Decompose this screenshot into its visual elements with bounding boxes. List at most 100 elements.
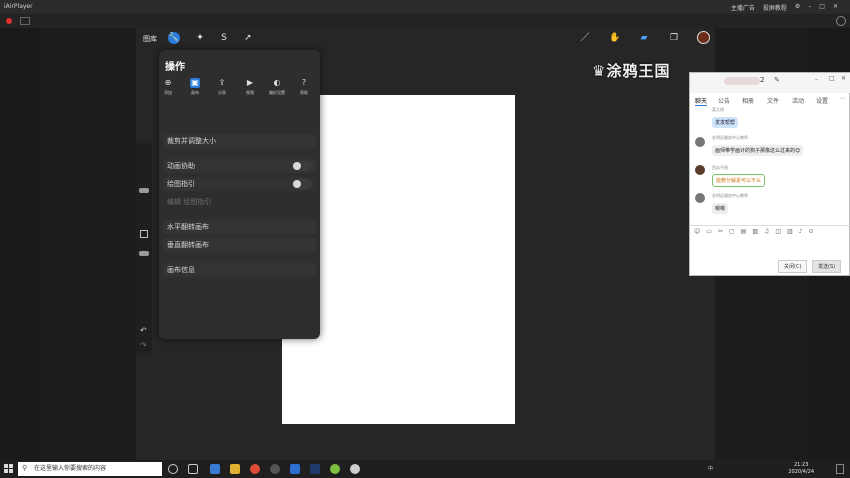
tab-canvas[interactable]: ▣ 画布 [184,78,206,96]
chat-tab-chat[interactable]: 聊天 [695,96,708,106]
download-icon[interactable] [836,16,846,26]
close-icon[interactable]: ✕ [841,75,846,82]
mic-icon[interactable]: ♫ [764,226,769,237]
app-icon[interactable] [270,464,280,474]
sender-name: 菜大佬 [712,107,724,112]
tab-share[interactable]: ⇪ 分享 [211,78,233,96]
taskbar-clock[interactable]: 21:23 2020/4/24 [788,462,814,476]
eraser-icon[interactable]: ▰ [638,32,650,44]
gallery-button[interactable]: 图库 [143,34,157,44]
send-button[interactable]: 发送(S) [812,260,842,273]
brush-icon[interactable]: ／ [579,32,591,44]
brush-size-slider[interactable] [139,188,149,193]
flip-horizontal-item[interactable]: 水平翻转画布 [163,220,316,234]
modify-button[interactable] [140,230,148,238]
close-chat-button[interactable]: 关闭(C) [778,260,808,273]
ad-link[interactable]: 主播广告 [731,3,755,12]
taskbar-search-input[interactable]: 在这里输入你要搜索的内容 [18,462,162,476]
redo-icon[interactable]: ↷ [140,341,147,350]
tab-add[interactable]: ⊕ 添加 [157,78,179,96]
search-icon: ⚲ [22,464,28,472]
color-swatch[interactable] [697,31,710,44]
sender-name: 金明远服务中心教师 [712,135,748,140]
tab-preferences[interactable]: ◐ 偏好设置 [266,78,288,96]
app-icon[interactable] [290,464,300,474]
chrome-icon[interactable] [250,464,260,474]
scissors-icon[interactable]: ✂ [718,226,723,237]
more-tools-icon[interactable]: ⊙ [809,226,814,237]
task-view-icon[interactable] [188,464,198,474]
screen-icon[interactable] [20,17,30,25]
folder-icon[interactable]: ▢ [729,226,735,237]
picture-icon[interactable]: ▧ [752,226,758,237]
gift-icon[interactable]: ◫ [775,226,781,237]
member-count: 2 [760,76,765,84]
group-banner [724,77,760,85]
crop-resize-item[interactable]: 裁剪并调整大小 [163,134,316,148]
message-bubble: 画师带学画计的狗子那像这么过来的😊 [712,145,804,156]
tab-video[interactable]: ▶ 视频 [239,78,261,96]
animation-assist-item[interactable]: 动画协助 [163,159,316,173]
help-icon: ? [301,78,307,87]
avatar[interactable] [695,193,705,203]
screen: iAirPlayer 主播广告 投屏教程 ⚙ – □ ✕ 图库 🔧 ✦ S ➚ … [0,0,850,478]
chat-header: 2 ✎ – □ ✕ [690,73,850,93]
settings-icon[interactable]: ⚙ [795,3,800,12]
tab-help[interactable]: ? 帮助 [293,78,315,96]
watermark: ♛涂鸦王国 [592,62,671,80]
airplayer-icon[interactable] [350,464,360,474]
canvas-info-item[interactable]: 画布信息 [163,263,316,277]
wrench-icon[interactable]: 🔧 [168,32,180,44]
player-controlbar [0,14,850,28]
record-icon[interactable] [6,18,12,24]
image-icon[interactable]: ▤ [741,226,747,237]
maximize-button[interactable]: □ [819,3,825,12]
minimize-icon[interactable]: – [815,76,818,83]
shake-icon[interactable]: ▥ [787,226,793,237]
close-button[interactable]: ✕ [833,3,838,12]
video-icon[interactable]: ▭ [706,226,712,237]
emoji-icon[interactable]: ☺ [694,226,700,237]
cortana-icon[interactable] [168,464,178,474]
edit-icon[interactable]: ✎ [774,76,780,84]
chat-tab-activity[interactable]: 活动 [792,96,804,105]
more-icon[interactable]: ⋯ [839,95,845,102]
sender-name: 金明远服务中心教师 [712,193,748,198]
avatar[interactable] [695,165,705,175]
animation-assist-toggle[interactable] [292,161,312,171]
chat-tab-settings[interactable]: 设置 [816,96,828,105]
app-icon[interactable] [330,464,340,474]
explorer-icon[interactable] [230,464,240,474]
notification-icon[interactable] [836,464,844,474]
edge-icon[interactable] [210,464,220,474]
minimize-button[interactable]: – [808,3,811,12]
chat-tab-album[interactable]: 相册 [742,96,754,105]
smudge-icon[interactable]: ✋ [609,32,621,44]
magic-wand-icon[interactable]: ✦ [194,32,206,44]
layers-icon[interactable]: ❐ [668,32,680,44]
message-bubble: 发发帮帮 [712,117,739,128]
undo-icon[interactable]: ↶ [140,326,147,335]
share-icon: ⇪ [218,78,226,87]
transform-icon[interactable]: ➚ [242,32,254,44]
avatar[interactable] [695,137,705,147]
chat-tab-files[interactable]: 文件 [767,96,779,105]
message-input[interactable] [690,237,850,259]
chat-tab-notice[interactable]: 公告 [718,96,730,105]
language-indicator[interactable]: 中 [708,465,713,472]
player-titlebar-right: 主播广告 投屏教程 ⚙ – □ ✕ [731,3,838,12]
actions-title: 操作 [165,62,185,73]
windows-start-icon[interactable] [4,464,14,474]
flip-vertical-item[interactable]: 垂直翻转画布 [163,238,316,252]
selection-icon[interactable]: S [218,32,230,44]
tutorial-link[interactable]: 投屏教程 [763,3,787,12]
app-icon[interactable] [310,464,320,474]
opacity-slider[interactable] [139,251,149,256]
bell-icon[interactable]: ♪ [799,226,803,237]
drawing-guide-toggle[interactable] [292,179,312,189]
procreate-topbar: 图库 🔧 ✦ S ➚ ／ ✋ ▰ ❐ [136,28,715,48]
maximize-icon[interactable]: □ [829,75,835,82]
crown-icon: ♛ [592,62,607,80]
drawing-guide-item[interactable]: 绘图指引 [163,177,316,191]
canvas-icon: ▣ [190,78,200,88]
